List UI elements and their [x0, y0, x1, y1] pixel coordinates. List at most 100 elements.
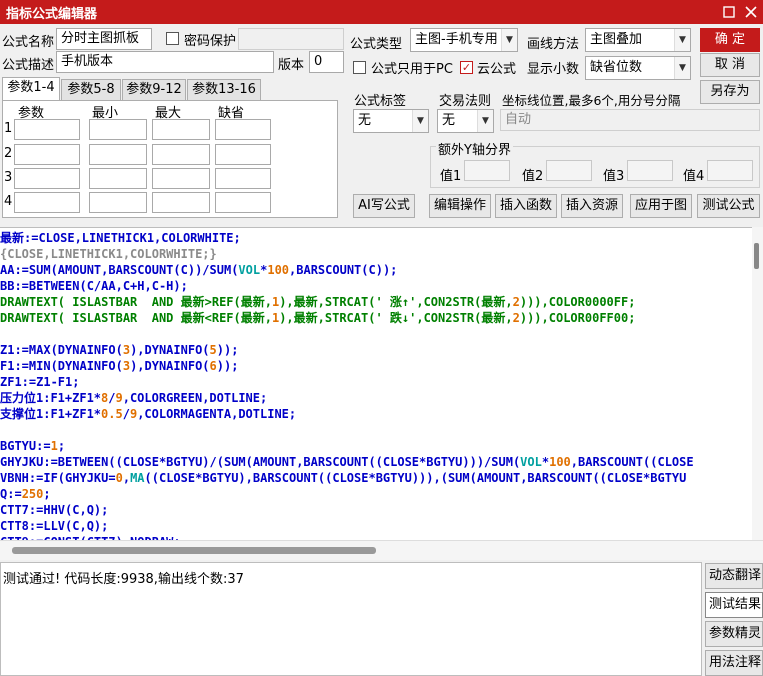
- code-token: *: [541, 455, 550, 469]
- code-token: 压力位1:F1+ZF1*: [0, 391, 102, 405]
- code-token: /: [122, 407, 130, 421]
- formula-name-input[interactable]: 分时主图抓板: [56, 28, 152, 50]
- code-line: AA:=SUM(AMOUNT,BARSCOUNT(C))/SUM(VOL*100…: [0, 262, 397, 278]
- password-input[interactable]: [238, 28, 344, 50]
- code-token: 0: [115, 471, 123, 485]
- tab-params-1-4[interactable]: 参数1-4: [2, 77, 60, 102]
- editor-horizontal-scrollbar[interactable]: [0, 540, 763, 560]
- save-as-button[interactable]: 另存为: [700, 80, 760, 104]
- code-token: ;: [57, 439, 66, 453]
- tab-params-5-8[interactable]: 参数5-8: [61, 79, 121, 101]
- y-value-2-input[interactable]: [546, 160, 592, 181]
- code-token: 5: [209, 343, 217, 357]
- y-value-2-label: 值2: [522, 169, 544, 184]
- code-token: 3: [122, 343, 131, 357]
- code-token: Q:=: [0, 487, 22, 501]
- param-2-min[interactable]: [89, 144, 147, 165]
- y-value-3-label: 值3: [603, 169, 625, 184]
- code-token: ((CLOSE*BGTYU),BARSCOUNT((CLOSE*BGTYU)))…: [144, 471, 687, 485]
- formula-tag-select[interactable]: 无 ▼: [353, 109, 429, 133]
- editor-vertical-scrollbar[interactable]: [752, 227, 763, 540]
- code-token: ));: [216, 343, 239, 357]
- coord-line-input[interactable]: 自动: [500, 109, 760, 131]
- formula-tag-value: 无: [358, 113, 372, 128]
- param-1-default[interactable]: [215, 119, 271, 140]
- param-3-min[interactable]: [89, 168, 147, 189]
- param-4-max[interactable]: [152, 192, 210, 213]
- code-token: ZF1:=Z1-F1;: [0, 375, 80, 389]
- code-token: 最新:=CLOSE,LINETHICK1,COLORWHITE;: [0, 231, 241, 245]
- param-1-min[interactable]: [89, 119, 147, 140]
- param-4-name[interactable]: [14, 192, 80, 213]
- ai-write-button[interactable]: AI写公式: [353, 194, 415, 218]
- y-value-1-label: 值1: [440, 169, 462, 184]
- param-1-max[interactable]: [152, 119, 210, 140]
- code-token: MA: [130, 471, 145, 485]
- code-line: ZF1:=Z1-F1;: [0, 374, 79, 390]
- draw-method-select[interactable]: 主图叠加 ▼: [585, 28, 691, 52]
- pc-only-checkbox[interactable]: [353, 61, 366, 74]
- param-2-default[interactable]: [215, 144, 271, 165]
- tab-params-9-12[interactable]: 参数9-12: [122, 79, 186, 101]
- restore-icon[interactable]: [718, 0, 740, 24]
- trade-rule-select[interactable]: 无 ▼: [437, 109, 494, 133]
- param-2-max[interactable]: [152, 144, 210, 165]
- scrollbar-thumb[interactable]: [754, 243, 759, 269]
- code-token: Z1:=MAX(DYNAINFO(: [0, 343, 123, 357]
- code-token: 1: [50, 439, 58, 453]
- code-token: 2: [512, 311, 520, 325]
- code-line: DRAWTEXT( ISLASTBAR AND 最新<REF(最新,1),最新,…: [0, 310, 635, 326]
- scrollbar-thumb[interactable]: [12, 547, 376, 554]
- code-token: 支撑位1:F1+ZF1*: [0, 407, 102, 421]
- code-token: VOL: [238, 263, 261, 277]
- decimal-select[interactable]: 缺省位数 ▼: [585, 56, 691, 80]
- code-token: ));: [216, 359, 239, 373]
- tab-test-result[interactable]: 测试结果: [705, 592, 763, 618]
- param-2-name[interactable]: [14, 144, 80, 165]
- code-token: ,: [122, 471, 131, 485]
- formula-desc-input[interactable]: 手机版本: [56, 51, 274, 73]
- decimal-label: 显示小数: [527, 62, 580, 77]
- chevron-down-icon: ▼: [412, 110, 428, 132]
- apply-to-chart-button[interactable]: 应用于图: [630, 194, 692, 218]
- param-4-default[interactable]: [215, 192, 271, 213]
- code-token: VBNH:=IF(GHYJKU=: [0, 471, 116, 485]
- insert-resource-button[interactable]: 插入资源: [561, 194, 623, 218]
- password-checkbox[interactable]: [166, 32, 179, 45]
- test-formula-button[interactable]: 测试公式: [697, 194, 760, 218]
- code-token: /: [108, 391, 116, 405]
- code-line: Q:=250;: [0, 486, 51, 502]
- code-token: BGTYU:=: [0, 439, 51, 453]
- tab-params-13-16[interactable]: 参数13-16: [187, 79, 261, 101]
- tab-usage-notes[interactable]: 用法注释: [705, 650, 763, 676]
- formula-type-label: 公式类型: [350, 37, 403, 52]
- y-value-4-input[interactable]: [707, 160, 753, 181]
- ok-button[interactable]: 确 定: [700, 28, 760, 52]
- cloud-checkbox[interactable]: ✓: [460, 61, 473, 74]
- title-bar: 指标公式编辑器: [0, 0, 763, 24]
- param-3-default[interactable]: [215, 168, 271, 189]
- code-editor[interactable]: 最新:=CLOSE,LINETHICK1,COLORWHITE; {CLOSE,L…: [0, 227, 763, 540]
- param-1-name[interactable]: [14, 119, 80, 140]
- tab-dynamic-translate[interactable]: 动态翻译: [705, 563, 763, 589]
- trade-rule-label: 交易法则: [439, 94, 492, 109]
- edit-ops-button[interactable]: 编辑操作: [429, 194, 491, 218]
- code-token: ))),COLOR0000FF;: [519, 295, 636, 309]
- param-4-min[interactable]: [89, 192, 147, 213]
- code-token: {CLOSE,LINETHICK1,COLORWHITE;}: [0, 247, 217, 261]
- tab-param-wizard[interactable]: 参数精灵: [705, 621, 763, 647]
- close-icon[interactable]: [740, 0, 762, 24]
- param-3-max[interactable]: [152, 168, 210, 189]
- cancel-button[interactable]: 取 消: [700, 53, 760, 77]
- y-value-3-input[interactable]: [627, 160, 673, 181]
- code-token: ,COLORMAGENTA,DOTLINE;: [137, 407, 297, 421]
- code-token: 9: [115, 391, 123, 405]
- y-value-1-input[interactable]: [464, 160, 510, 181]
- code-line: {CLOSE,LINETHICK1,COLORWHITE;}: [0, 246, 217, 262]
- insert-function-button[interactable]: 插入函数: [495, 194, 557, 218]
- param-3-name[interactable]: [14, 168, 80, 189]
- formula-type-select[interactable]: 主图-手机专用 ▼: [410, 28, 518, 52]
- version-input[interactable]: 0: [309, 51, 344, 73]
- code-token: ,COLORGREEN,DOTLINE;: [122, 391, 268, 405]
- code-line: CTT7:=HHV(C,Q);: [0, 502, 108, 518]
